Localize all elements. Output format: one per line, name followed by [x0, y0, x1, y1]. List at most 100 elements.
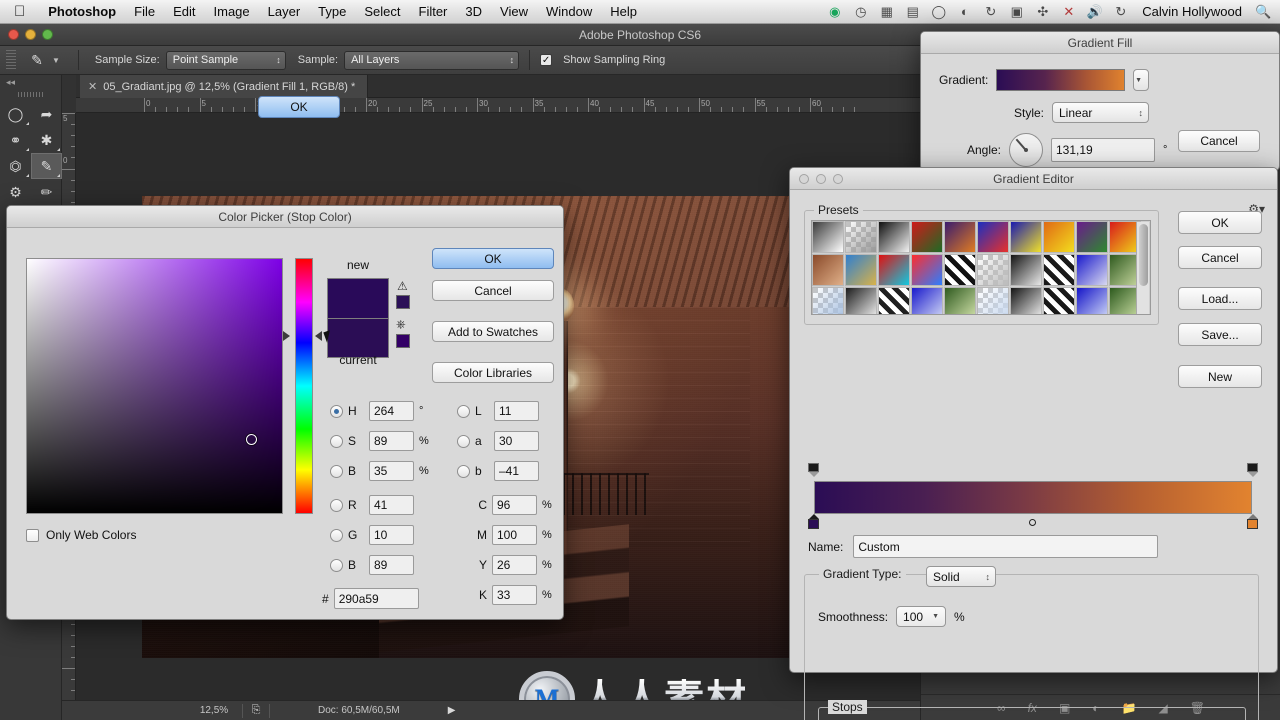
brush-icon[interactable]: ✏	[31, 179, 62, 205]
hue-slider-right-handle[interactable]	[315, 331, 322, 341]
menu-edit[interactable]: Edit	[164, 0, 204, 24]
gradient-editor-new-button[interactable]: New	[1178, 365, 1262, 388]
text-icon[interactable]: ▦	[878, 3, 895, 20]
timemachine-icon[interactable]: ↻	[982, 3, 999, 20]
radio-h[interactable]	[330, 404, 343, 418]
gradient-preset-swatch[interactable]	[878, 221, 910, 253]
gradient-preset-swatch[interactable]	[1076, 287, 1108, 314]
gradient-type-select[interactable]: Solid	[926, 566, 996, 587]
rgb-g-input[interactable]: 10	[369, 525, 414, 545]
gradient-preset-swatch[interactable]	[911, 287, 943, 314]
rgb-b-input[interactable]: 89	[369, 555, 414, 575]
gradient-midpoint-marker[interactable]	[1029, 519, 1036, 526]
gradient-preset-swatch[interactable]	[1076, 254, 1108, 286]
opacity-stop-left[interactable]	[808, 463, 819, 477]
gradient-preset-swatch[interactable]	[812, 221, 844, 253]
search-icon[interactable]: 🔍	[1255, 3, 1272, 20]
color-stop-left[interactable]	[808, 514, 819, 530]
gradient-editor-load-button[interactable]: Load...	[1178, 287, 1262, 310]
close-window-button[interactable]	[799, 174, 809, 184]
dropbox-icon[interactable]: ◉	[826, 3, 843, 20]
cmyk-c-input[interactable]: 96	[492, 495, 537, 515]
add-to-swatches-button[interactable]: Add to Swatches	[432, 321, 554, 342]
gradient-preset-swatch[interactable]	[1043, 254, 1075, 286]
gradient-preset-swatch[interactable]	[944, 287, 976, 314]
radio-a[interactable]	[457, 434, 470, 448]
show-sampling-ring-checkbox[interactable]: ✓	[540, 54, 553, 66]
gradient-preset-swatch[interactable]	[845, 221, 877, 253]
saturation-brightness-field[interactable]	[26, 258, 283, 514]
gradient-preset-swatch[interactable]	[845, 287, 877, 314]
gradient-bar-area[interactable]	[808, 463, 1258, 529]
lab-a-input[interactable]: 30	[494, 431, 539, 451]
display-icon[interactable]: ▣	[1008, 3, 1025, 20]
document-tab[interactable]: ✕ 05_Gradiant.jpg @ 12,5% (Gradient Fill…	[80, 75, 369, 98]
play-arrow-icon[interactable]: ▶	[448, 705, 456, 716]
hue-slider[interactable]	[295, 258, 313, 514]
shield-icon[interactable]: ◯	[930, 3, 947, 20]
horizontal-ruler[interactable]: 051015202530354045505560	[76, 98, 920, 113]
gradient-preset-swatch[interactable]	[944, 221, 976, 253]
gradient-preset-swatch[interactable]	[1010, 221, 1042, 253]
radio-s[interactable]	[330, 434, 343, 448]
presets-scrollbar[interactable]	[1136, 222, 1149, 314]
color-stop-right[interactable]	[1247, 514, 1258, 530]
menu-image[interactable]: Image	[205, 0, 259, 24]
sync-icon[interactable]: ↻	[1112, 3, 1129, 20]
healing-brush-icon[interactable]: ⚙	[0, 179, 31, 205]
quick-selection-icon[interactable]: ✱	[31, 127, 62, 153]
web-safe-swatch[interactable]	[396, 334, 410, 348]
menu-help[interactable]: Help	[601, 0, 646, 24]
radio-g[interactable]	[330, 528, 343, 542]
hex-input[interactable]: 290a59	[333, 588, 419, 609]
color-picker-cancel-button[interactable]: Cancel	[432, 280, 554, 301]
only-web-colors-checkbox[interactable]	[26, 528, 39, 542]
window-controls[interactable]	[8, 29, 53, 40]
hue-slider-left-handle[interactable]	[283, 331, 290, 341]
chevron-down-icon[interactable]: ▼	[52, 56, 60, 65]
gradient-editor-save-button[interactable]: Save...	[1178, 323, 1262, 346]
gamut-warning-swatch[interactable]	[396, 295, 410, 309]
gradient-preset-swatch[interactable]	[1010, 287, 1042, 314]
wifi-icon[interactable]: ◐	[956, 3, 973, 20]
gradient-preset-swatch[interactable]	[1010, 254, 1042, 286]
angle-input[interactable]: 131,19	[1051, 138, 1155, 162]
menu-filter[interactable]: Filter	[410, 0, 457, 24]
gradient-editor-ok-button[interactable]: OK	[1178, 211, 1262, 234]
clock-icon[interactable]: ◷	[852, 3, 869, 20]
close-window-button[interactable]	[8, 29, 19, 40]
gradient-editor-window-controls[interactable]	[799, 174, 843, 184]
gradient-bar[interactable]	[814, 481, 1252, 514]
radio-r[interactable]	[330, 498, 343, 512]
gamut-warning-icon[interactable]: ⚠	[397, 279, 408, 293]
tools-panel-grip[interactable]	[17, 92, 44, 97]
options-bar-grip[interactable]	[6, 50, 16, 70]
color-libraries-button[interactable]: Color Libraries	[432, 362, 554, 383]
radio-lab-b[interactable]	[457, 464, 470, 478]
gradient-preset-swatch[interactable]	[812, 254, 844, 286]
gradient-preset-swatch[interactable]	[845, 254, 877, 286]
smoothness-input[interactable]: 100	[896, 606, 947, 627]
zoom-level[interactable]: 12,5%	[186, 705, 242, 716]
sample-select[interactable]: All Layers	[344, 50, 520, 70]
minimize-window-button[interactable]	[25, 29, 36, 40]
presets-list[interactable]	[811, 220, 1151, 315]
mail-x-icon[interactable]: ✕	[1060, 3, 1077, 20]
zoom-window-button[interactable]	[833, 174, 843, 184]
rgb-r-input[interactable]: 41	[369, 495, 414, 515]
gradient-preset-swatch[interactable]	[977, 287, 1009, 314]
close-icon[interactable]: ✕	[88, 80, 97, 93]
cmyk-m-input[interactable]: 100	[492, 525, 537, 545]
hsb-h-input[interactable]: 264	[369, 401, 414, 421]
gradient-preset-swatch[interactable]	[1043, 221, 1075, 253]
opacity-stop-right[interactable]	[1247, 463, 1258, 477]
collapse-tools-button[interactable]: ◂◂	[0, 75, 61, 90]
menu-app-name[interactable]: Photoshop	[39, 0, 125, 24]
gradient-fill-cancel-button[interactable]: Cancel	[1178, 130, 1260, 152]
gradient-preset-swatch[interactable]	[878, 254, 910, 286]
menu-layer[interactable]: Layer	[259, 0, 310, 24]
sample-size-select[interactable]: Point Sample	[165, 50, 286, 70]
gradient-preset-swatch[interactable]	[977, 254, 1009, 286]
gradient-preset-swatch[interactable]	[944, 254, 976, 286]
eyedropper-icon[interactable]: ✎	[31, 153, 62, 179]
